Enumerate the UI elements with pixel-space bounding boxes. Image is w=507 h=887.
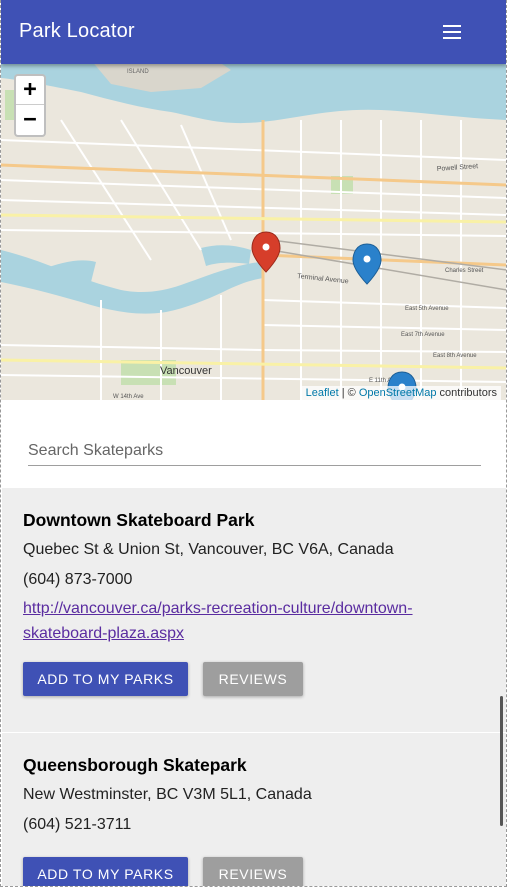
search-input[interactable] (28, 439, 481, 463)
zoom-in-button[interactable]: + (16, 76, 44, 105)
menu-icon[interactable] (435, 16, 469, 48)
park-card: Downtown Skateboard Park Quebec St & Uni… (2, 488, 506, 732)
park-address: Quebec St & Union St, Vancouver, BC V6A,… (23, 541, 394, 558)
openstreetmap-link[interactable]: OpenStreetMap (359, 387, 437, 399)
map-label-seventh: East 7th Avenue (401, 332, 445, 338)
zoom-out-button[interactable]: − (16, 106, 44, 135)
app-frame: Vancouver Powell Street Terminal Avenue … (0, 0, 507, 887)
park-card: Queensborough Skatepark New Westminster,… (2, 733, 506, 886)
app-title: Park Locator (19, 20, 135, 42)
park-website-link[interactable]: http://vancouver.ca/parks-recreation-cul… (23, 596, 443, 646)
map-label-vancouver: Vancouver (160, 365, 212, 377)
map-label-w14: W 14th Ave (113, 394, 144, 400)
leaflet-link[interactable]: Leaflet (306, 387, 339, 399)
zoom-control: + − (14, 74, 46, 137)
park-phone: (604) 873-7000 (23, 571, 133, 588)
park-phone: (604) 521-3711 (23, 816, 132, 833)
attribution-suffix: contributors (436, 387, 497, 399)
app-bar: Park Locator (1, 0, 506, 64)
park-address: New Westminster, BC V3M 5L1, Canada (23, 786, 312, 803)
park-name: Downtown Skateboard Park (23, 510, 255, 530)
add-to-my-parks-button[interactable]: ADD TO MY PARKS (23, 662, 188, 696)
park-name: Queensborough Skatepark (23, 755, 247, 775)
map-attribution: Leaflet | © OpenStreetMap contributors (301, 386, 501, 400)
map-label-island: ISLAND (127, 69, 149, 75)
reviews-button[interactable]: REVIEWS (203, 857, 303, 886)
add-to-my-parks-button[interactable]: ADD TO MY PARKS (23, 857, 188, 886)
search-field (28, 439, 481, 466)
map-label-east5: East 5th Avenue (405, 306, 449, 312)
map-label-eighth: East 8th Avenue (433, 353, 477, 359)
reviews-button[interactable]: REVIEWS (203, 662, 303, 696)
attribution-separator: | © (338, 387, 359, 399)
map-label-charles: Charles Street (445, 268, 484, 274)
scrollbar[interactable] (500, 696, 503, 826)
